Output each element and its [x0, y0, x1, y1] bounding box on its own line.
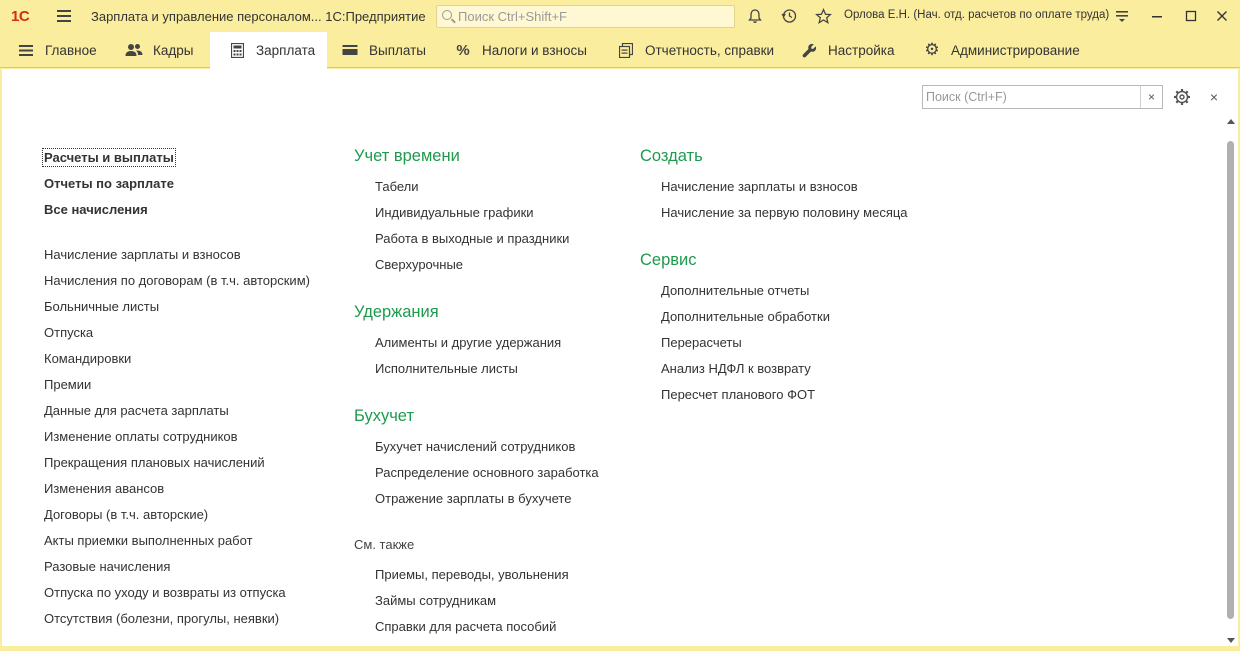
- list-item[interactable]: Приемы, переводы, увольнения: [375, 567, 569, 582]
- minimize-icon[interactable]: [1147, 6, 1167, 26]
- see-also-title: См. также: [354, 537, 415, 552]
- list-item[interactable]: Разовые начисления: [44, 559, 170, 574]
- link-calculations-payments[interactable]: Расчеты и выплаты: [42, 148, 176, 167]
- wrench-icon: [800, 41, 818, 59]
- list-item[interactable]: Отражение зарплаты в бухучете: [375, 491, 571, 506]
- section-menu: Главное Кадры Зарплата Выплаты % Налоги …: [0, 32, 1240, 69]
- history-icon[interactable]: [779, 6, 799, 26]
- menu-item-label: Отчетность, справки: [645, 42, 775, 58]
- menu-item-label: Налоги и взносы: [482, 42, 587, 58]
- list-item[interactable]: Займы сотрудникам: [375, 593, 496, 608]
- scroll-thumb[interactable]: [1227, 141, 1234, 619]
- link-salary-reports[interactable]: Отчеты по зарплате: [44, 176, 174, 191]
- documents-icon: [617, 41, 635, 59]
- list-item[interactable]: Табели: [375, 179, 419, 194]
- menu-item-settings[interactable]: Настройка: [800, 32, 894, 68]
- list-item[interactable]: Отпуска по уходу и возвраты из отпуска: [44, 585, 286, 600]
- scroll-down-icon[interactable]: [1227, 638, 1235, 643]
- menu-item-main[interactable]: Главное: [17, 32, 97, 68]
- list-item[interactable]: Договоры (в т.ч. авторские): [44, 507, 208, 522]
- list-item[interactable]: Дополнительные отчеты: [661, 283, 809, 298]
- group-title-time-tracking: Учет времени: [354, 147, 460, 165]
- search-icon: [442, 10, 452, 20]
- list-item[interactable]: Индивидуальные графики: [375, 205, 534, 220]
- list-item[interactable]: Изменения авансов: [44, 481, 164, 496]
- menu-item-administration[interactable]: ⚙ Администрирование: [923, 32, 1080, 68]
- list-item[interactable]: Пересчет планового ФОТ: [661, 387, 815, 402]
- menu-item-label: Выплаты: [369, 42, 426, 58]
- scroll-up-icon[interactable]: [1227, 119, 1235, 124]
- group-title-deductions: Удержания: [354, 303, 439, 321]
- menu-item-label: Зарплата: [256, 43, 316, 58]
- list-item[interactable]: Прекращения плановых начислений: [44, 455, 265, 470]
- list-item[interactable]: Отпуска: [44, 325, 93, 340]
- menu-item-label: Главное: [45, 42, 97, 58]
- list-item[interactable]: Начисление зарплаты и взносов: [44, 247, 241, 262]
- main-menu-icon[interactable]: [57, 10, 71, 22]
- global-search-input[interactable]: [458, 8, 728, 25]
- list-item[interactable]: Сверхурочные: [375, 257, 463, 272]
- window-title: Зарплата и управление персоналом... 1С:П…: [91, 9, 426, 24]
- list-item[interactable]: Дополнительные обработки: [661, 309, 830, 324]
- maximize-icon[interactable]: [1181, 6, 1201, 26]
- menu-item-label: Настройка: [828, 42, 895, 58]
- percent-icon: %: [456, 41, 470, 59]
- group-title-service: Сервис: [640, 251, 697, 269]
- wallet-icon: [341, 41, 359, 59]
- app-logo[interactable]: 1С: [11, 8, 30, 25]
- list-item[interactable]: Распределение основного заработка: [375, 465, 599, 480]
- list-item[interactable]: Премии: [44, 377, 91, 392]
- menu-item-salary[interactable]: Зарплата: [210, 32, 327, 69]
- title-bar: 1С Зарплата и управление персоналом... 1…: [0, 0, 1240, 32]
- menu-item-label: Кадры: [153, 42, 194, 58]
- current-user[interactable]: Орлова Е.Н. (Нач. отд. расчетов по оплат…: [844, 9, 1109, 21]
- gear-icon: ⚙: [924, 40, 940, 59]
- star-icon[interactable]: [813, 6, 833, 26]
- group-title-accounting: Бухучет: [354, 407, 414, 425]
- bottom-border: [0, 646, 1240, 651]
- list-item[interactable]: Анализ НДФЛ к возврату: [661, 361, 811, 376]
- list-item[interactable]: Изменение оплаты сотрудников: [44, 429, 238, 444]
- list-item[interactable]: Начисление за первую половину месяца: [661, 205, 908, 220]
- menu-item-reports[interactable]: Отчетность, справки: [617, 32, 774, 68]
- list-item[interactable]: Исполнительные листы: [375, 361, 518, 376]
- list-item[interactable]: Перерасчеты: [661, 335, 742, 350]
- list-item[interactable]: Командировки: [44, 351, 131, 366]
- list-item[interactable]: Данные для расчета зарплаты: [44, 403, 229, 418]
- panel-search-input[interactable]: [926, 89, 1138, 105]
- people-icon: [125, 41, 143, 59]
- group-title-create: Создать: [640, 147, 703, 165]
- clear-search-icon[interactable]: ×: [1140, 86, 1162, 108]
- global-search[interactable]: [436, 5, 735, 28]
- list-item[interactable]: Справки для расчета пособий: [375, 619, 556, 634]
- link-all-accruals[interactable]: Все начисления: [44, 202, 148, 217]
- vertical-scrollbar[interactable]: [1226, 119, 1236, 647]
- menu-item-label: Администрирование: [951, 42, 1080, 58]
- list-item[interactable]: Бухучет начислений сотрудников: [375, 439, 575, 454]
- list-item[interactable]: Отсутствия (болезни, прогулы, неявки): [44, 611, 279, 626]
- list-item[interactable]: Алименты и другие удержания: [375, 335, 561, 350]
- panel-search[interactable]: ×: [922, 85, 1163, 109]
- list-item[interactable]: Начисление зарплаты и взносов: [661, 179, 858, 194]
- panel-settings-icon[interactable]: [1172, 87, 1192, 107]
- menu-item-personnel[interactable]: Кадры: [125, 32, 193, 68]
- panel-close-icon[interactable]: ×: [1204, 87, 1224, 107]
- bell-icon[interactable]: [745, 6, 765, 26]
- calculator-icon: [228, 42, 246, 60]
- menu-item-taxes[interactable]: % Налоги и взносы: [454, 32, 587, 68]
- list-item[interactable]: Акты приемки выполненных работ: [44, 533, 253, 548]
- list-item[interactable]: Больничные листы: [44, 299, 159, 314]
- section-panel: × × Расчеты и выплаты Отчеты по зарплате…: [2, 69, 1238, 649]
- list-item[interactable]: Работа в выходные и праздники: [375, 231, 569, 246]
- settings-menu-icon[interactable]: [1112, 6, 1132, 26]
- hamburger-icon: [17, 41, 35, 59]
- list-item[interactable]: Начисления по договорам (в т.ч. авторски…: [44, 273, 310, 288]
- menu-item-payments[interactable]: Выплаты: [341, 32, 426, 68]
- window-close-icon[interactable]: [1212, 6, 1232, 26]
